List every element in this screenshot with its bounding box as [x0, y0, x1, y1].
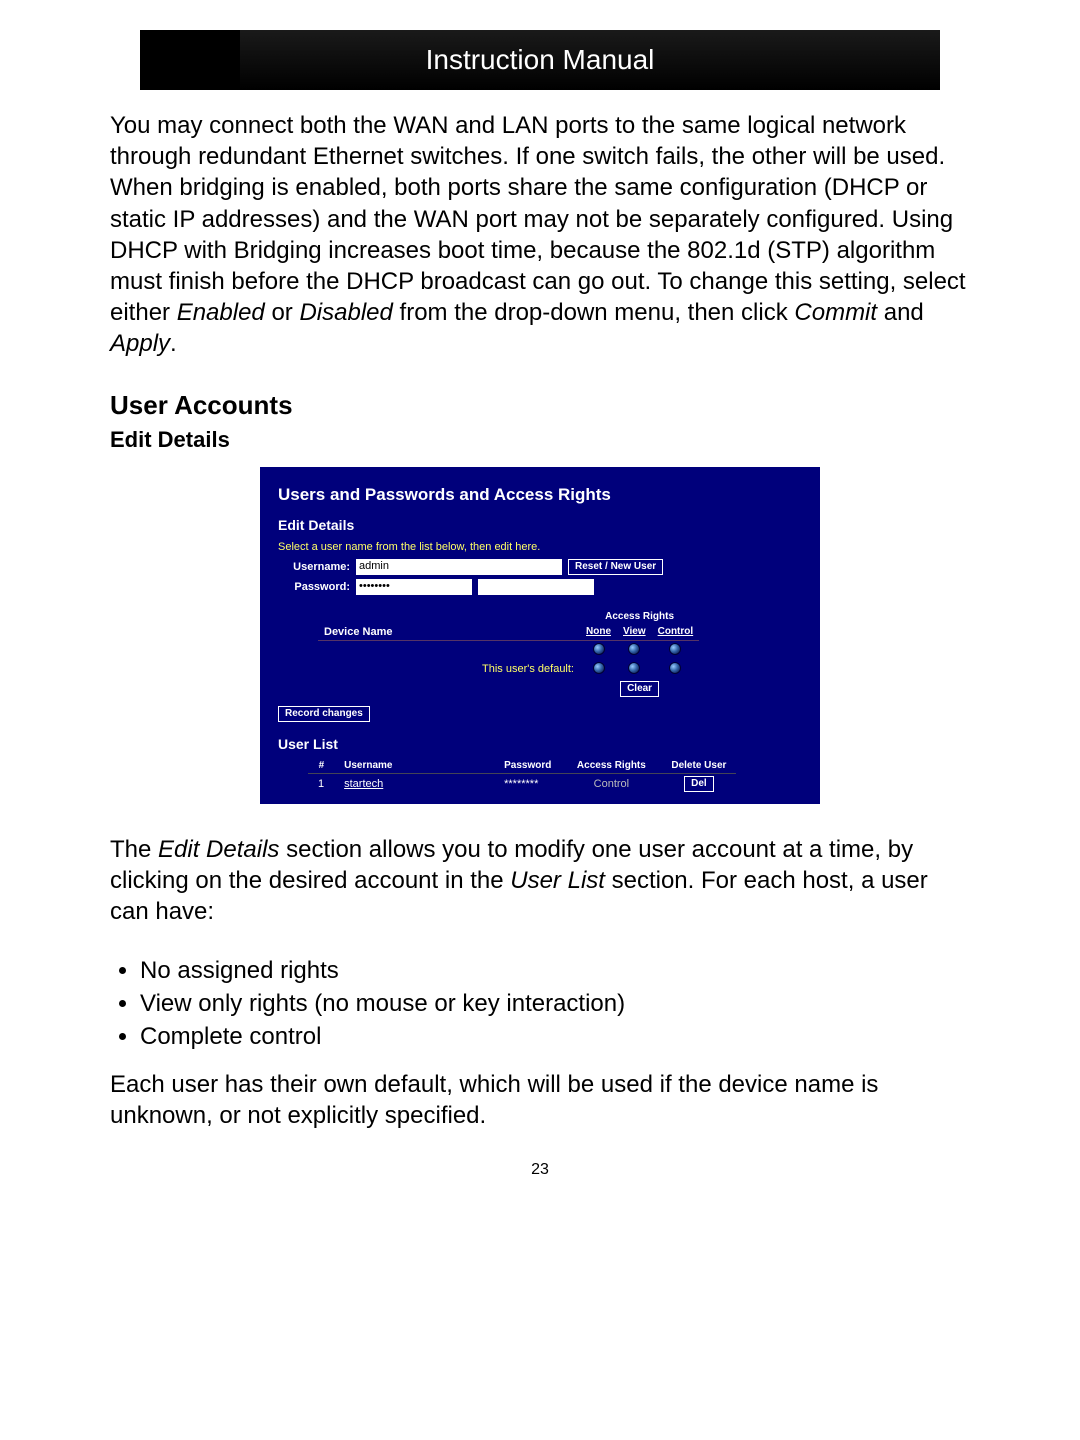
- intro-text-2: from the drop-down menu, then click: [393, 299, 795, 326]
- section-subtitle: Edit Details: [110, 427, 970, 453]
- default-radio-control[interactable]: [669, 662, 681, 674]
- password-confirm-input[interactable]: [478, 579, 594, 595]
- blank-device-row: [318, 640, 699, 660]
- bullet-3: Complete control: [140, 1023, 970, 1051]
- desc-text-1: The: [110, 836, 158, 863]
- desc-paragraph: The Edit Details section allows you to m…: [110, 834, 970, 928]
- desc-user-list: User List: [510, 867, 605, 894]
- ul-row-num: 1: [308, 773, 334, 794]
- intro-text-1: You may connect both the WAN and LAN por…: [110, 112, 966, 326]
- username-input[interactable]: admin: [356, 559, 562, 575]
- col-control: Control: [652, 624, 700, 641]
- page-number: 23: [110, 1161, 970, 1179]
- username-row: Username: admin Reset / New User: [278, 559, 802, 575]
- password-row: Password: ••••••••: [278, 579, 802, 595]
- embedded-screenshot: Users and Passwords and Access Rights Ed…: [260, 467, 820, 804]
- username-label: Username:: [278, 561, 350, 573]
- radio-none[interactable]: [593, 643, 605, 655]
- ul-row-rights: Control: [561, 773, 661, 794]
- record-changes-button[interactable]: Record changes: [278, 706, 370, 722]
- access-rights-table: Access Rights Device Name None View Cont…: [318, 609, 699, 699]
- user-list-row: 1 startech ******** Control Del: [308, 773, 736, 794]
- user-list-header-row: # Username Password Access Rights Delete…: [308, 758, 736, 774]
- ul-col-password: Password: [494, 758, 561, 774]
- ul-row-password: ********: [494, 773, 561, 794]
- intro-apply: Apply: [110, 330, 170, 357]
- default-radio-none[interactable]: [593, 662, 605, 674]
- header-title: Instruction Manual: [426, 44, 655, 75]
- intro-or: or: [265, 299, 300, 326]
- section-title: User Accounts: [110, 390, 970, 421]
- ul-col-username: Username: [334, 758, 494, 774]
- intro-disabled: Disabled: [299, 299, 392, 326]
- password-label: Password:: [278, 581, 350, 593]
- ul-col-delete: Delete User: [661, 758, 736, 774]
- rights-bullet-list: No assigned rights View only rights (no …: [140, 957, 970, 1051]
- header-bar: Instruction Manual: [140, 30, 940, 90]
- user-list-table: # Username Password Access Rights Delete…: [308, 758, 736, 794]
- ul-col-num: #: [308, 758, 334, 774]
- col-view: View: [617, 624, 652, 641]
- radio-view[interactable]: [628, 643, 640, 655]
- password-input[interactable]: ••••••••: [356, 579, 472, 595]
- delete-user-button[interactable]: Del: [684, 776, 714, 792]
- ss-hint: Select a user name from the list below, …: [278, 541, 802, 553]
- user-list-title: User List: [278, 736, 802, 752]
- radio-control[interactable]: [669, 643, 681, 655]
- page-container: Instruction Manual You may connect both …: [110, 0, 970, 1229]
- ul-row-username[interactable]: startech: [344, 778, 383, 790]
- ss-edit-details-title: Edit Details: [278, 517, 802, 533]
- default-label: This user's default:: [318, 660, 580, 679]
- default-radio-view[interactable]: [628, 662, 640, 674]
- device-name-header: Device Name: [318, 624, 580, 641]
- desc2-paragraph: Each user has their own default, which w…: [110, 1069, 970, 1131]
- intro-dot: .: [170, 330, 177, 357]
- intro-enabled: Enabled: [177, 299, 265, 326]
- bullet-1: No assigned rights: [140, 957, 970, 985]
- default-row: This user's default:: [318, 660, 699, 679]
- access-rights-header: Access Rights: [580, 609, 699, 624]
- ul-col-rights: Access Rights: [561, 758, 661, 774]
- intro-and: and: [877, 299, 924, 326]
- col-none: None: [580, 624, 617, 641]
- bullet-2: View only rights (no mouse or key intera…: [140, 990, 970, 1018]
- clear-button[interactable]: Clear: [620, 681, 659, 697]
- reset-new-user-button[interactable]: Reset / New User: [568, 559, 663, 575]
- desc-edit-details: Edit Details: [158, 836, 279, 863]
- intro-paragraph: You may connect both the WAN and LAN por…: [110, 110, 970, 360]
- intro-commit: Commit: [794, 299, 877, 326]
- ss-title: Users and Passwords and Access Rights: [278, 485, 802, 505]
